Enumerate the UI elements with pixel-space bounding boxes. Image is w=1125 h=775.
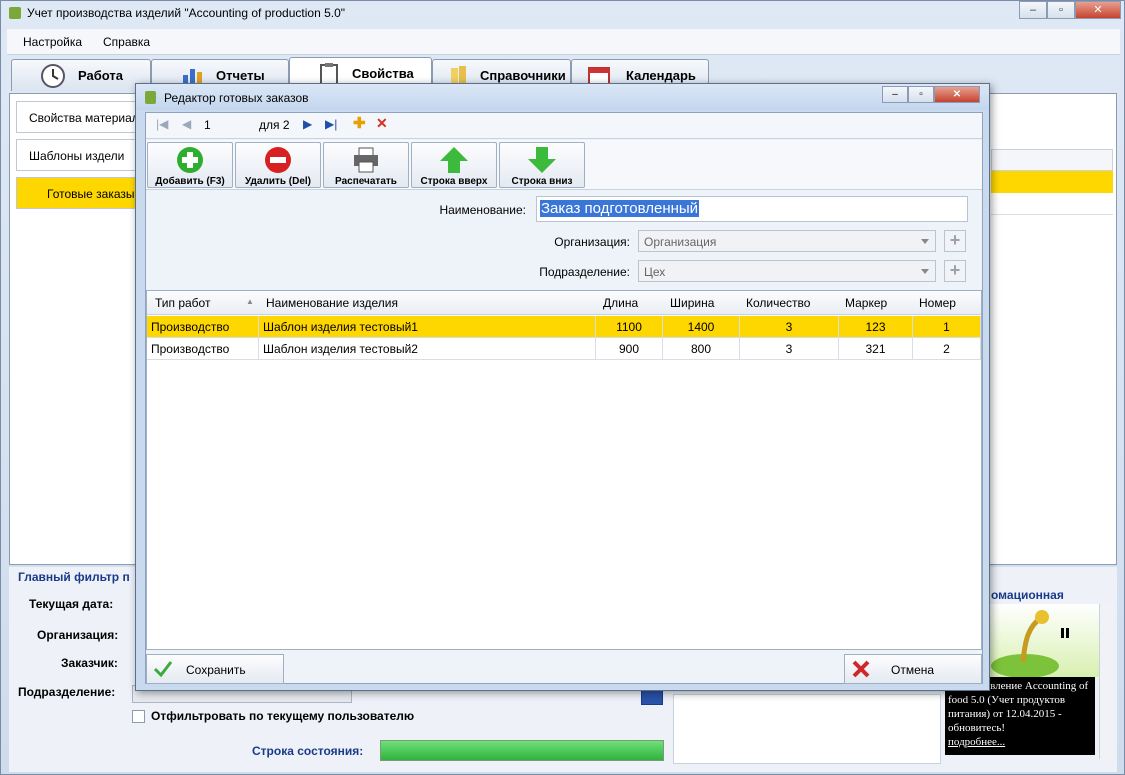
- filter-user-checkbox[interactable]: [132, 710, 145, 723]
- clock-icon: [41, 64, 65, 88]
- org-field-label: Организация:: [554, 235, 630, 249]
- dialog-titlebar: Редактор готовых заказов – ▫ ✕: [136, 84, 989, 110]
- cell-marker: 123: [839, 316, 913, 338]
- org-label: Организация:: [37, 628, 119, 642]
- last-record-icon[interactable]: ▶|: [325, 117, 337, 131]
- cell-length: 900: [596, 338, 663, 360]
- name-input-value: Заказ подготовленный: [540, 200, 700, 217]
- menu-bar: Настройка Справка: [7, 29, 1120, 55]
- print-button[interactable]: Распечатать: [323, 142, 409, 188]
- cell-product-name: Шаблон изделия тестовый2: [259, 338, 596, 360]
- add-record-icon[interactable]: ✚: [353, 114, 366, 132]
- close-button[interactable]: ✕: [1075, 1, 1121, 19]
- dialog-title: Редактор готовых заказов: [164, 91, 309, 105]
- printer-icon: [354, 147, 378, 173]
- dialog-minimize-button[interactable]: –: [882, 86, 908, 103]
- status-label: Строка состояния:: [252, 744, 364, 758]
- checkmark-icon: [153, 661, 173, 678]
- col-work-type[interactable]: Тип работ: [155, 296, 210, 310]
- arrow-down-icon: [528, 147, 556, 173]
- cell-number: 1: [913, 316, 981, 338]
- window-title: Учет производства изделий "Accounting of…: [9, 6, 345, 20]
- cell-work-type: Производство: [147, 338, 259, 360]
- info-box: [673, 694, 941, 764]
- col-length[interactable]: Длина: [603, 296, 638, 310]
- cell-marker: 321: [839, 338, 913, 360]
- record-count-label: для 2: [259, 118, 290, 132]
- delete-record-icon[interactable]: ✕: [376, 115, 388, 132]
- division-select-button[interactable]: [641, 689, 663, 705]
- division-label: Подразделение:: [18, 685, 116, 699]
- cell-width: 800: [663, 338, 740, 360]
- cell-work-type: Производство: [147, 316, 259, 338]
- remove-icon: [265, 147, 291, 173]
- grid-header: Тип работ ▲ Наименование изделия Длина Ш…: [147, 291, 981, 315]
- cell-length: 1100: [596, 316, 663, 338]
- sort-asc-icon: ▲: [246, 297, 254, 306]
- cancel-button[interactable]: Отмена: [844, 654, 982, 684]
- org-select[interactable]: Организация: [638, 230, 936, 252]
- division-add-button[interactable]: +: [944, 260, 966, 282]
- filter-user-label: Отфильтровать по текущему пользователю: [151, 709, 415, 723]
- division-field-label: Подразделение:: [539, 265, 630, 279]
- dialog-close-button[interactable]: ✕: [934, 86, 980, 103]
- bg-grid-header: [991, 149, 1113, 171]
- save-button[interactable]: Сохранить: [146, 654, 284, 684]
- col-number[interactable]: Номер: [919, 296, 956, 310]
- app-icon: [9, 7, 21, 19]
- record-number-input[interactable]: 1: [204, 113, 260, 135]
- delete-button[interactable]: Удалить (Del): [235, 142, 321, 188]
- cell-quantity: 3: [740, 316, 839, 338]
- bg-grid-selected-row: [991, 171, 1113, 193]
- order-editor-dialog: Редактор готовых заказов – ▫ ✕ |◀ ◀ 1 дл…: [135, 83, 990, 691]
- col-product-name[interactable]: Наименование изделия: [266, 296, 398, 310]
- order-items-grid: Тип работ ▲ Наименование изделия Длина Ш…: [146, 290, 982, 650]
- division-select[interactable]: Цех: [638, 260, 936, 282]
- row-down-button[interactable]: Строка вниз: [499, 142, 585, 188]
- maximize-button[interactable]: ▫: [1047, 1, 1075, 19]
- table-row[interactable]: Производство Шаблон изделия тестовый1 11…: [147, 316, 981, 338]
- minimize-button[interactable]: –: [1019, 1, 1047, 19]
- bg-grid-row: [991, 193, 1113, 215]
- next-record-icon[interactable]: ▶: [303, 117, 312, 131]
- menu-help[interactable]: Справка: [103, 35, 150, 49]
- cell-number: 2: [913, 338, 981, 360]
- left-item-material-props[interactable]: Свойства материал: [16, 101, 142, 133]
- news-more-link[interactable]: подробнее...: [948, 736, 1005, 748]
- cell-product-name: Шаблон изделия тестовый1: [259, 316, 596, 338]
- left-item-templates[interactable]: Шаблоны издели: [16, 139, 142, 171]
- dialog-app-icon: [145, 91, 156, 104]
- dialog-toolbar: Добавить (F3) Удалить (Del) Распечатать …: [146, 140, 982, 190]
- info-scrollbar[interactable]: [1099, 604, 1113, 759]
- record-navigator: |◀ ◀ 1 для 2 ▶ ▶| ✚ ✕: [146, 113, 982, 139]
- dialog-maximize-button[interactable]: ▫: [908, 86, 934, 103]
- col-marker[interactable]: Маркер: [845, 296, 887, 310]
- filter-title: Главный фильтр п: [18, 570, 130, 584]
- row-up-button[interactable]: Строка вверх: [411, 142, 497, 188]
- chevron-down-icon: [921, 269, 929, 274]
- add-icon: [177, 147, 203, 173]
- menu-settings[interactable]: Настройка: [23, 35, 82, 49]
- col-width[interactable]: Ширина: [670, 296, 714, 310]
- chevron-down-icon: [921, 239, 929, 244]
- arrow-up-icon: [440, 147, 468, 173]
- tab-work[interactable]: Работа: [11, 59, 151, 91]
- table-row[interactable]: Производство Шаблон изделия тестовый2 90…: [147, 338, 981, 360]
- cell-quantity: 3: [740, 338, 839, 360]
- left-item-ready-orders[interactable]: Готовые заказы: [16, 177, 142, 209]
- name-label: Наименование:: [439, 203, 526, 217]
- cell-width: 1400: [663, 316, 740, 338]
- status-progress-bar: [380, 740, 664, 761]
- name-input[interactable]: Заказ подготовленный: [536, 196, 968, 222]
- cancel-x-icon: [852, 660, 870, 678]
- dialog-body: |◀ ◀ 1 для 2 ▶ ▶| ✚ ✕ Добавить (F3) Удал…: [145, 112, 983, 684]
- prev-record-icon[interactable]: ◀: [182, 117, 191, 131]
- col-quantity[interactable]: Количество: [746, 296, 810, 310]
- add-button[interactable]: Добавить (F3): [147, 142, 233, 188]
- org-add-button[interactable]: +: [944, 230, 966, 252]
- customer-label: Заказчик:: [61, 656, 118, 670]
- first-record-icon[interactable]: |◀: [156, 117, 168, 131]
- current-date-label: Текущая дата:: [29, 597, 114, 611]
- info-title: омационная: [991, 588, 1064, 602]
